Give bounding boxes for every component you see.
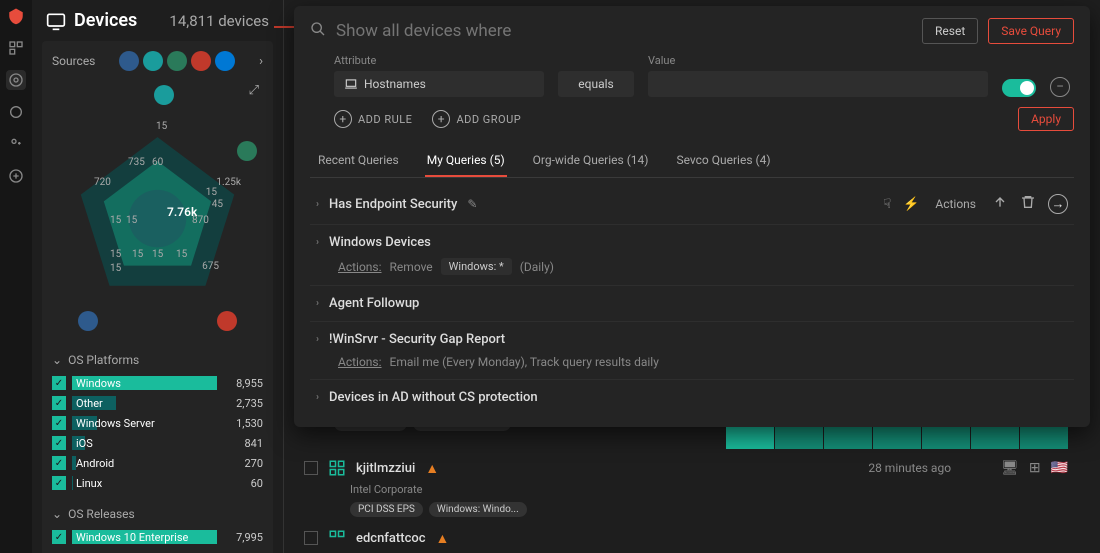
radar-src-bl — [78, 311, 98, 331]
filter-checkbox[interactable]: ✓ — [52, 476, 66, 490]
warning-icon: ▲ — [436, 530, 450, 547]
filter-checkbox[interactable]: ✓ — [52, 456, 66, 470]
os-platforms-filter: ⌄OS Platforms ✓ Windows 8,955 ✓ Other 2,… — [52, 353, 263, 493]
nav-reports[interactable] — [6, 102, 26, 122]
device-icon — [328, 529, 346, 547]
device-tag[interactable]: PCI DSS EPS — [350, 502, 423, 517]
value-field[interactable] — [648, 71, 988, 97]
source-green-icon[interactable] — [167, 51, 187, 71]
nav-devices[interactable] — [6, 70, 26, 90]
operator-field[interactable]: equals — [558, 71, 634, 97]
reset-button[interactable]: Reset — [922, 18, 978, 44]
device-row[interactable]: edcnfattcoc ▲ — [294, 523, 1068, 553]
add-group-button[interactable]: +ADD GROUP — [432, 110, 521, 128]
filter-row[interactable]: ✓ Windows Server 1,530 — [52, 413, 263, 433]
device-checkbox[interactable] — [304, 531, 318, 545]
filter-row[interactable]: ✓ Linux 60 — [52, 473, 263, 493]
logo-icon[interactable] — [6, 6, 26, 26]
chevron-right-icon: › — [316, 298, 319, 309]
device-tag[interactable]: Windows: Windo... — [429, 502, 527, 517]
filter-checkbox[interactable]: ✓ — [52, 530, 66, 544]
saved-query-item[interactable]: › Has Endpoint Security ✎ ☟ ⚡ Actions → — [310, 184, 1074, 225]
source-crowdstrike-icon[interactable] — [191, 51, 211, 71]
sources-expand[interactable]: › — [259, 54, 263, 69]
chevron-right-icon: › — [316, 199, 319, 210]
filter-checkbox[interactable]: ✓ — [52, 396, 66, 410]
device-count: 14,811 devices — [169, 12, 269, 30]
nav-dashboard[interactable] — [6, 38, 26, 58]
filter-row[interactable]: ✓ iOS 841 — [52, 433, 263, 453]
filter-row[interactable]: ✓ Android 270 — [52, 453, 263, 473]
rule-toggle[interactable] — [1002, 79, 1036, 97]
chevron-right-icon: › — [316, 334, 319, 345]
radar-src-top — [154, 85, 174, 105]
query-tabs: Recent Queries My Queries (5) Org-wide Q… — [310, 145, 1074, 178]
main-content: PCI DSS EPS Windows: Windo... kjitlmzziu… — [284, 0, 1100, 553]
os-releases-toggle[interactable]: ⌄OS Releases — [52, 507, 263, 521]
query-builder-panel: Reset Save Query Attribute Hostnames equ… — [294, 6, 1090, 427]
source-windows-icon[interactable] — [215, 51, 235, 71]
os-releases-filter: ⌄OS Releases ✓ Windows 10 Enterprise 7,9… — [52, 507, 263, 547]
radar-src-br — [217, 311, 237, 331]
attribute-field[interactable]: Hostnames — [334, 71, 544, 97]
sources-icons — [119, 51, 235, 71]
laptop-icon — [344, 77, 358, 91]
filter-checkbox[interactable]: ✓ — [52, 376, 66, 390]
tab-recent[interactable]: Recent Queries — [316, 145, 401, 177]
run-query-button[interactable]: → — [1048, 194, 1068, 214]
nav-users[interactable] — [6, 134, 26, 154]
chevron-right-icon: › — [316, 392, 319, 403]
trash-icon[interactable] — [1020, 194, 1036, 214]
search-icon — [310, 21, 326, 41]
monitor-icon: 🖥 — [1001, 460, 1019, 476]
device-checkbox[interactable] — [304, 461, 318, 475]
tab-my-queries[interactable]: My Queries (5) — [425, 145, 507, 177]
saved-query-item[interactable]: › Devices in AD without CS protection — [310, 380, 1074, 415]
nav-rail — [0, 0, 32, 553]
warning-icon: ▲ — [425, 460, 439, 477]
edit-icon[interactable]: ✎ — [467, 197, 477, 211]
radar-chart: ⤢ 15 735 60 720 1.25k 15 — [52, 79, 263, 339]
device-icon — [328, 459, 346, 477]
remove-rule-button[interactable]: − — [1050, 77, 1070, 97]
sidebar: Devices 14,811 devices Sources › — [32, 0, 284, 553]
add-rule-button[interactable]: +ADD RULE — [334, 110, 412, 128]
filter-checkbox[interactable]: ✓ — [52, 436, 66, 450]
filter-row[interactable]: ✓ Other 2,735 — [52, 393, 263, 413]
upload-icon[interactable] — [992, 194, 1008, 214]
expand-icon[interactable]: ⤢ — [249, 83, 259, 98]
nav-add[interactable] — [6, 166, 26, 186]
device-row[interactable]: kjitlmzziui ▲ 28 minutes ago 🖥 ⊞ 🇺🇸 — [294, 453, 1068, 483]
filter-row[interactable]: ✓ Windows 10 Enterprise 7,995 — [52, 527, 263, 547]
hand-icon[interactable]: ☟ — [883, 197, 891, 212]
page-title: Devices — [46, 10, 137, 31]
saved-query-item[interactable]: › !WinSrvr - Security Gap Report Actions… — [310, 322, 1074, 380]
saved-query-item[interactable]: › Windows Devices Actions: Remove Window… — [310, 225, 1074, 286]
radar-src-right — [237, 141, 257, 161]
bolt-icon[interactable]: ⚡ — [903, 197, 919, 212]
chevron-right-icon: › — [316, 237, 319, 248]
save-query-button[interactable]: Save Query — [988, 18, 1074, 44]
saved-query-item[interactable]: › Agent Followup — [310, 286, 1074, 322]
tab-sevco-queries[interactable]: Sevco Queries (4) — [674, 145, 772, 177]
os-platforms-toggle[interactable]: ⌄OS Platforms — [52, 353, 263, 367]
apply-button[interactable]: Apply — [1018, 107, 1074, 131]
source-teal-icon[interactable] — [143, 51, 163, 71]
filter-checkbox[interactable]: ✓ — [52, 416, 66, 430]
devices-icon — [46, 11, 66, 31]
source-malwarebytes-icon[interactable] — [119, 51, 139, 71]
filter-row[interactable]: ✓ Windows 8,955 — [52, 373, 263, 393]
query-search-input[interactable] — [336, 21, 912, 41]
window-icon: ⊞ — [1029, 460, 1041, 476]
flag-us-icon: 🇺🇸 — [1051, 460, 1068, 476]
sources-label: Sources — [52, 54, 95, 68]
tab-org-queries[interactable]: Org-wide Queries (14) — [531, 145, 651, 177]
